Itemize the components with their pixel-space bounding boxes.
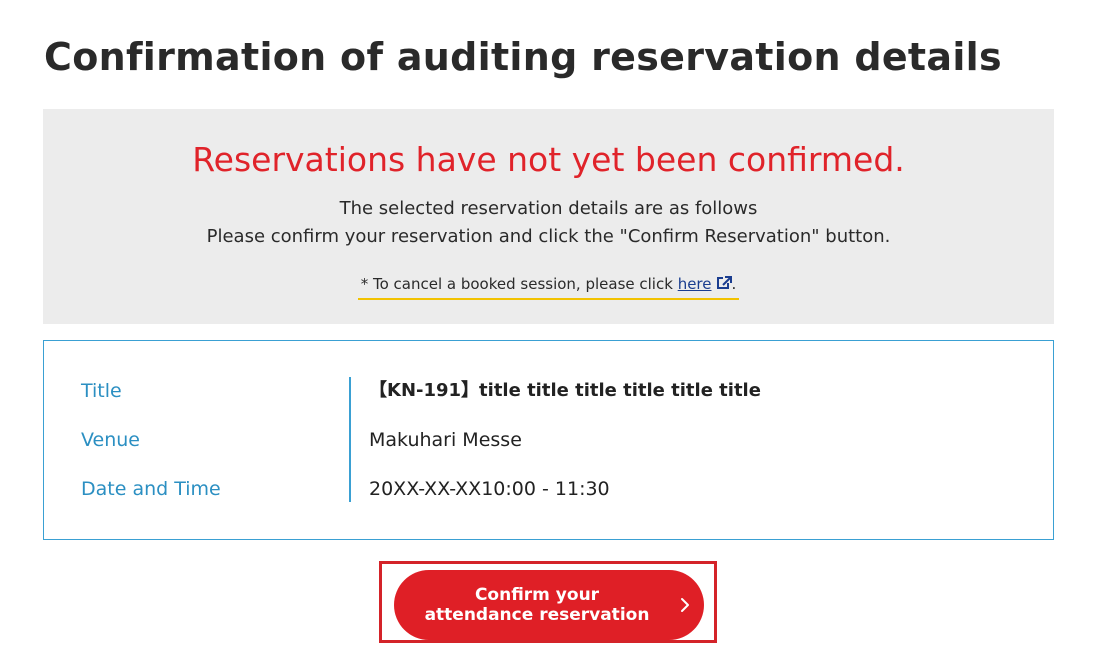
cancel-note-highlight: * To cancel a booked session, please cli… bbox=[357, 274, 740, 300]
external-link-icon[interactable] bbox=[716, 275, 732, 289]
detail-value-date-time: 20XX-XX-XX10:00 - 11:30 bbox=[369, 478, 610, 500]
detail-row-venue: Venue Makuhari Messe bbox=[44, 426, 1053, 456]
confirm-button-label: Confirm your attendance reservation bbox=[424, 585, 650, 625]
detail-row-title: Title 【KN-191】title title title title ti… bbox=[44, 377, 1053, 407]
notice-line-2: Please confirm your reservation and clic… bbox=[206, 226, 891, 247]
reservation-confirmation-page: Confirmation of auditing reservation det… bbox=[0, 0, 1100, 650]
notice-heading: Reservations have not yet been confirmed… bbox=[192, 140, 905, 179]
detail-value-venue: Makuhari Messe bbox=[369, 429, 522, 451]
confirm-reservation-button[interactable]: Confirm your attendance reservation bbox=[394, 570, 704, 640]
chevron-right-icon bbox=[678, 597, 692, 613]
detail-label-venue: Venue bbox=[81, 429, 140, 451]
detail-row-date-time: Date and Time 20XX-XX-XX10:00 - 11:30 bbox=[44, 475, 1053, 505]
cancel-note: * To cancel a booked session, please cli… bbox=[43, 274, 1054, 300]
reservation-details-panel: Title 【KN-191】title title title title ti… bbox=[43, 340, 1054, 540]
cancel-here-link[interactable]: here bbox=[678, 275, 712, 293]
notice-panel: Reservations have not yet been confirmed… bbox=[43, 109, 1054, 324]
detail-label-date-time: Date and Time bbox=[81, 478, 221, 500]
notice-line-1: The selected reservation details are as … bbox=[339, 198, 758, 219]
cancel-note-end: . bbox=[731, 275, 737, 293]
cancel-note-text: * To cancel a booked session, please cli… bbox=[360, 275, 678, 293]
detail-value-title: 【KN-191】title title title title title ti… bbox=[369, 380, 761, 401]
detail-label-title: Title bbox=[81, 380, 122, 402]
page-title: Confirmation of auditing reservation det… bbox=[44, 35, 1002, 79]
